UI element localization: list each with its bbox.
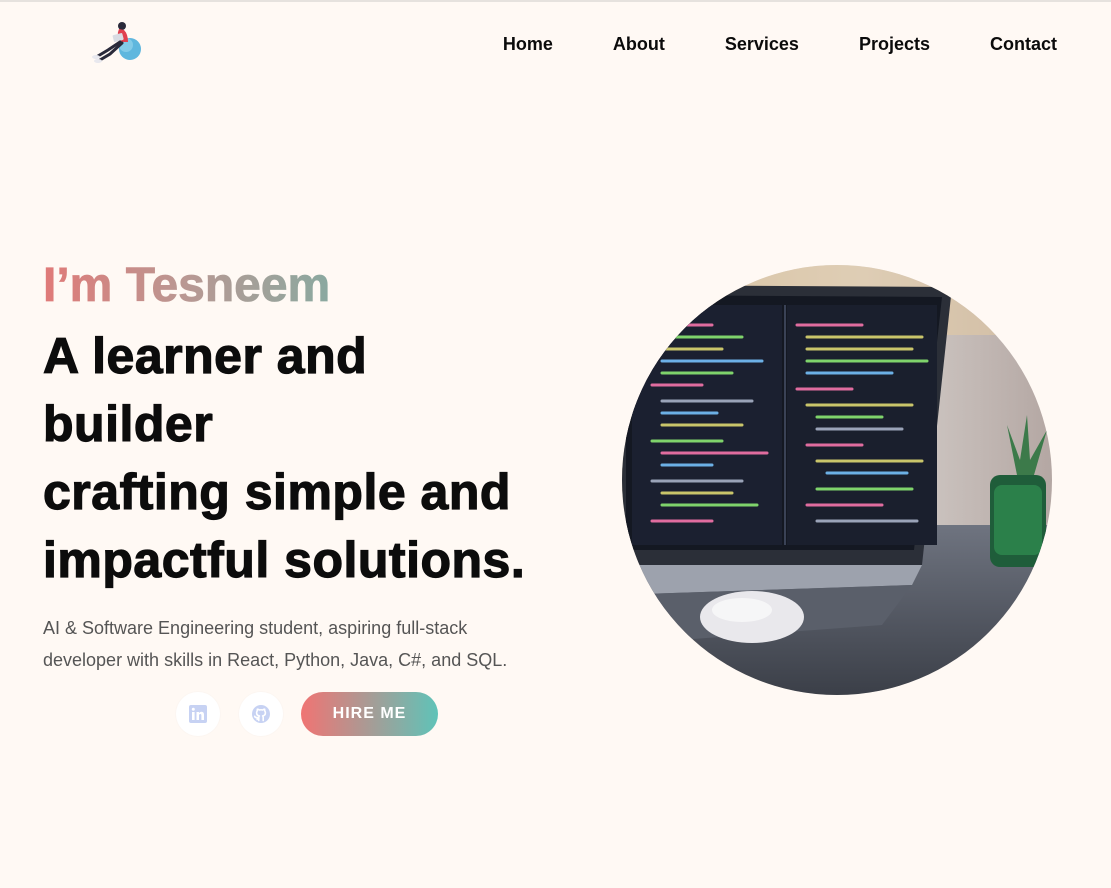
hire-me-button[interactable]: HIRE ME xyxy=(301,692,438,736)
github-icon xyxy=(252,705,270,723)
headline-line-2: builder xyxy=(42,395,214,452)
linkedin-icon xyxy=(189,705,207,723)
hero-greeting: I’m Tesneem xyxy=(43,259,331,313)
headline-line-1: A learner and xyxy=(42,327,368,384)
headline-line-4: impactful solutions. xyxy=(42,531,526,588)
logo-icon[interactable] xyxy=(86,16,144,64)
main-nav: Home About Services Projects Contact xyxy=(503,33,1057,55)
linkedin-link[interactable] xyxy=(176,692,220,736)
nav-projects[interactable]: Projects xyxy=(859,33,930,55)
nav-services[interactable]: Services xyxy=(725,33,799,55)
hero-intro: AI & Software Engineering student, aspir… xyxy=(43,612,563,676)
nav-contact[interactable]: Contact xyxy=(990,33,1057,55)
nav-home[interactable]: Home xyxy=(503,33,553,55)
portfolio-page: Home About Services Projects Contact I’m… xyxy=(0,0,1111,888)
headline-line-3: crafting simple and xyxy=(42,463,511,520)
top-border xyxy=(0,0,1111,2)
hero-headline: A learner and builder crafting simple an… xyxy=(42,322,603,594)
intro-line-1: AI & Software Engineering student, aspir… xyxy=(43,618,468,638)
nav-about[interactable]: About xyxy=(613,33,665,55)
hero-image-laptop xyxy=(622,265,1052,695)
intro-line-2: developer with skills in React, Python, … xyxy=(43,650,508,670)
github-link[interactable] xyxy=(239,692,283,736)
